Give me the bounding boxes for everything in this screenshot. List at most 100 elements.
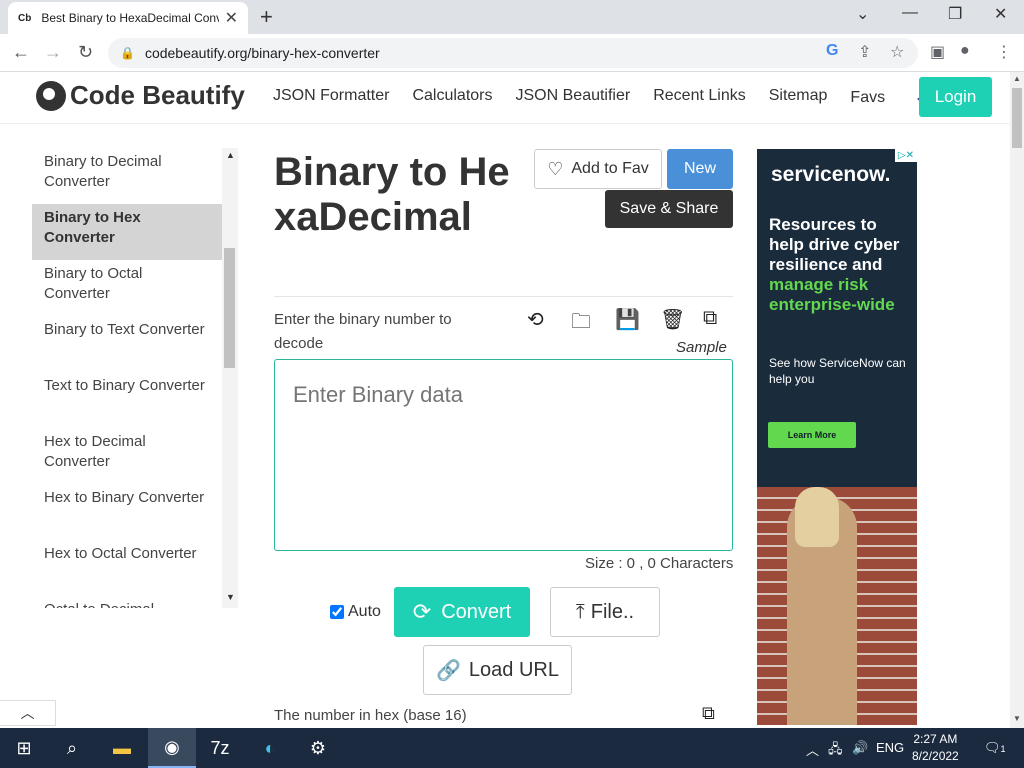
share-icon[interactable]: ⇪ xyxy=(858,42,871,62)
main-nav: JSON Formatter Calculators JSON Beautifi… xyxy=(273,87,974,107)
logo-icon xyxy=(36,80,66,111)
ad-headline-accent: manage risk enterprise-wide xyxy=(769,275,895,314)
url-text: codebeautify.org/binary-hex-converter xyxy=(144,45,380,61)
load-url-label: Load URL xyxy=(468,658,559,681)
chrome-icon[interactable]: ◉ xyxy=(148,728,196,768)
search-icon[interactable]: ⌕ xyxy=(48,728,96,768)
profile-avatar-icon[interactable]: ● xyxy=(960,42,970,60)
delete-icon[interactable]: 🗑 xyxy=(660,307,685,332)
sidebar-scroll-up-icon[interactable]: ▲ xyxy=(226,150,235,160)
language-indicator[interactable]: ENG xyxy=(876,740,904,755)
page-scrollbar[interactable]: ▲ ▼ xyxy=(1010,72,1024,728)
sidebar-item-octal-to-decimal[interactable]: Octal to Decimal Converter xyxy=(32,596,222,608)
auto-toggle[interactable]: Auto xyxy=(330,603,381,621)
add-to-fav-label: Add to Fav xyxy=(571,160,649,177)
chevron-up-icon: ︿ xyxy=(20,705,35,721)
ad-close-icon[interactable]: ▷✕ xyxy=(894,149,917,162)
save-icon[interactable]: 💾 xyxy=(615,307,640,332)
file-upload-button[interactable]: ⤒ File.. xyxy=(550,587,660,637)
nav-json-formatter[interactable]: JSON Formatter xyxy=(273,87,389,107)
login-button[interactable]: Login xyxy=(919,77,992,117)
sidebar-item-hex-to-decimal[interactable]: Hex to Decimal Converter xyxy=(32,428,222,484)
ad-person-hair xyxy=(795,487,839,547)
convert-button[interactable]: ⟳ Convert xyxy=(394,587,530,637)
page-scrollbar-thumb[interactable] xyxy=(1012,88,1022,148)
maximize-button[interactable]: ❐ xyxy=(948,4,962,24)
binary-input[interactable] xyxy=(274,359,733,551)
scroll-down-arrow-icon[interactable]: ▼ xyxy=(1013,714,1021,723)
file-explorer-icon[interactable]: ▬ xyxy=(98,728,146,768)
lock-icon: 🔒 xyxy=(120,46,135,60)
forward-arrow-icon[interactable]: → xyxy=(44,42,62,63)
settings-gear-icon[interactable]: ⚙ xyxy=(294,728,342,768)
input-label: Enter the binary number to decode xyxy=(274,311,452,352)
ad-learn-more-button[interactable]: Learn More xyxy=(768,422,856,448)
site-header: Code Beautify JSON Formatter Calculators… xyxy=(0,72,1010,124)
close-window-button[interactable]: ✕ xyxy=(994,4,1007,24)
site-favicon: Cb xyxy=(18,12,32,24)
nav-json-beautifier[interactable]: JSON Beautifier xyxy=(516,87,631,107)
scroll-up-arrow-icon[interactable]: ▲ xyxy=(1013,74,1021,83)
browser-tab-strip: Cb Best Binary to HexaDecimal Conv ✕ + ⌄… xyxy=(0,0,1024,34)
tab-search-icon[interactable]: ⌄ xyxy=(856,4,869,24)
sidebar-item-binary-to-text[interactable]: Binary to Text Converter xyxy=(32,316,222,372)
new-tab-button[interactable]: + xyxy=(260,4,273,30)
side-panel-icon[interactable]: ▣ xyxy=(930,42,945,62)
sidebar-item-binary-to-octal[interactable]: Binary to Octal Converter xyxy=(32,260,222,316)
sidebar-scrollbar[interactable]: ▲ ▼ xyxy=(222,148,238,608)
reload-icon[interactable]: ↻ xyxy=(78,42,93,63)
page-title: Binary to HexaDecimal xyxy=(274,150,510,239)
browser-tab[interactable]: Cb Best Binary to HexaDecimal Conv ✕ xyxy=(8,2,248,34)
nav-recent-links[interactable]: Recent Links xyxy=(653,87,746,107)
ad-subtext: See how ServiceNow can help you xyxy=(769,356,906,386)
upload-icon: ⤒ xyxy=(575,600,585,623)
edge-icon[interactable]: ◐ xyxy=(246,728,294,768)
logo-text: Code Beautify xyxy=(70,80,245,110)
nav-sitemap[interactable]: Sitemap xyxy=(769,87,828,107)
sidebar-item-hex-to-binary[interactable]: Hex to Binary Converter xyxy=(32,484,222,540)
nav-favs-label: Favs xyxy=(850,89,886,106)
tools-sidebar: Binary to Decimal Converter Binary to He… xyxy=(32,148,238,608)
network-icon[interactable]: 🖧 xyxy=(828,740,843,762)
save-share-button[interactable]: Save & Share xyxy=(605,190,733,228)
copy-icon[interactable]: ⧉ xyxy=(703,307,717,330)
sidebar-item-text-to-binary[interactable]: Text to Binary Converter xyxy=(32,372,222,428)
history-icon[interactable]: ⟲ xyxy=(527,307,544,332)
browser-menu-icon[interactable]: ⋮ xyxy=(996,42,1012,62)
sample-link[interactable]: Sample xyxy=(676,339,727,356)
sidebar-item-binary-to-hex[interactable]: Binary to Hex Converter xyxy=(32,204,222,260)
browser-toolbar: ← → ↻ 🔒 codebeautify.org/binary-hex-conv… xyxy=(0,34,1024,72)
sidebar-item-hex-to-octal[interactable]: Hex to Octal Converter xyxy=(32,540,222,596)
sidebar-item-binary-to-decimal[interactable]: Binary to Decimal Converter xyxy=(32,148,222,204)
heart-icon: ♡ xyxy=(547,158,564,179)
google-translate-icon[interactable]: G xyxy=(826,42,838,60)
ad-headline-text: Resources to help drive cyber resilience… xyxy=(769,215,900,274)
ad-brand: servicenow. xyxy=(771,163,891,186)
divider xyxy=(274,296,733,297)
7zip-icon[interactable]: 7z xyxy=(196,728,244,768)
nav-calculators[interactable]: Calculators xyxy=(412,87,492,107)
add-to-fav-button[interactable]: ♡ Add to Fav xyxy=(534,149,662,189)
address-bar[interactable]: 🔒 codebeautify.org/binary-hex-converter xyxy=(108,38,918,68)
notifications-icon[interactable]: 🗨1 xyxy=(984,740,1006,756)
volume-icon[interactable]: 🔊 xyxy=(852,740,868,756)
notification-count: 1 xyxy=(1000,744,1006,754)
back-arrow-icon[interactable]: ← xyxy=(12,42,30,63)
sidebar-scroll-down-icon[interactable]: ▼ xyxy=(226,592,235,602)
output-copy-icon[interactable]: ⧉ xyxy=(702,703,715,724)
sidebar-scrollbar-thumb[interactable] xyxy=(224,248,235,368)
tray-chevron-icon[interactable]: ︿ xyxy=(806,740,819,759)
site-logo[interactable]: Code Beautify xyxy=(36,80,245,111)
minimize-button[interactable]: — xyxy=(902,4,918,22)
new-button[interactable]: New xyxy=(667,149,733,189)
open-folder-icon[interactable]: 🗀 xyxy=(571,307,591,341)
windows-start-icon[interactable]: ⊞ xyxy=(0,728,48,768)
link-icon: 🔗 xyxy=(436,659,461,682)
auto-checkbox[interactable] xyxy=(330,605,344,619)
tab-close-icon[interactable]: ✕ xyxy=(225,8,238,28)
back-to-top-button[interactable]: ︿ xyxy=(0,700,56,726)
advertisement-banner[interactable]: servicenow. ▷✕ Resources to help drive c… xyxy=(757,149,917,725)
taskbar-clock[interactable]: 2:27 AM 8/2/2022 xyxy=(912,731,959,765)
bookmark-star-icon[interactable]: ☆ xyxy=(890,42,904,62)
load-url-button[interactable]: 🔗 Load URL xyxy=(423,645,572,695)
